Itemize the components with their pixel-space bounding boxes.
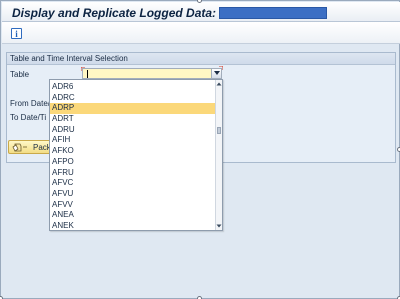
- page-title: Display and Replicate Logged Data:: [12, 6, 217, 20]
- dropdown-item[interactable]: AFVU: [50, 189, 216, 200]
- focus-marker-top-right: [219, 66, 223, 70]
- table-dropdown-list[interactable]: ADR6 ADRC ADRP ADRT ADRU AFIH AFKO AFPO AFRU AFVC…: [49, 79, 223, 231]
- scroll-up-icon[interactable]: [216, 81, 222, 87]
- dropdown-item[interactable]: ANEK: [50, 221, 216, 232]
- table-input[interactable]: [82, 68, 222, 79]
- panel-title: Table and Time Interval Selection: [7, 53, 395, 65]
- dropdown-item[interactable]: AFPO: [50, 157, 216, 168]
- dropdown-item[interactable]: AFVC: [50, 178, 216, 189]
- dropdown-item[interactable]: ADRU: [50, 125, 216, 136]
- dropdown-item[interactable]: ADRP: [50, 103, 216, 115]
- scrollbar-thumb[interactable]: [217, 127, 221, 134]
- to-date-label: To Date/Ti: [10, 113, 47, 122]
- dropdown-item[interactable]: ADRT: [50, 114, 216, 125]
- dropdown-items: ADR6 ADRC ADRP ADRT ADRU AFIH AFKO AFPO AFRU AFVC…: [50, 82, 216, 232]
- dropdown-scrollbar[interactable]: [215, 80, 222, 230]
- from-date-label: From Date/: [10, 99, 51, 108]
- title-value-field: [219, 7, 327, 19]
- title-bar: Display and Replicate Logged Data:: [2, 2, 400, 22]
- scroll-down-icon[interactable]: [216, 223, 222, 229]
- dropdown-item[interactable]: AFRU: [50, 168, 216, 179]
- chevron-down-icon: [214, 71, 220, 75]
- info-icon[interactable]: i: [11, 28, 22, 39]
- dropdown-button[interactable]: [211, 69, 221, 78]
- dropdown-item[interactable]: AFKO: [50, 146, 216, 157]
- app-window: Display and Replicate Logged Data: i Tab…: [0, 0, 400, 299]
- dropdown-item[interactable]: ADR6: [50, 82, 216, 93]
- dropdown-item[interactable]: AFIH: [50, 135, 216, 146]
- package-icon: [12, 143, 27, 152]
- dropdown-item[interactable]: AFVV: [50, 200, 216, 211]
- dropdown-item[interactable]: ANEA: [50, 210, 216, 221]
- application-toolbar: i: [2, 22, 400, 44]
- dropdown-item[interactable]: ADRC: [50, 93, 216, 104]
- table-label: Table: [10, 70, 30, 79]
- text-cursor: [87, 70, 88, 78]
- focus-marker-top-left: [81, 67, 85, 71]
